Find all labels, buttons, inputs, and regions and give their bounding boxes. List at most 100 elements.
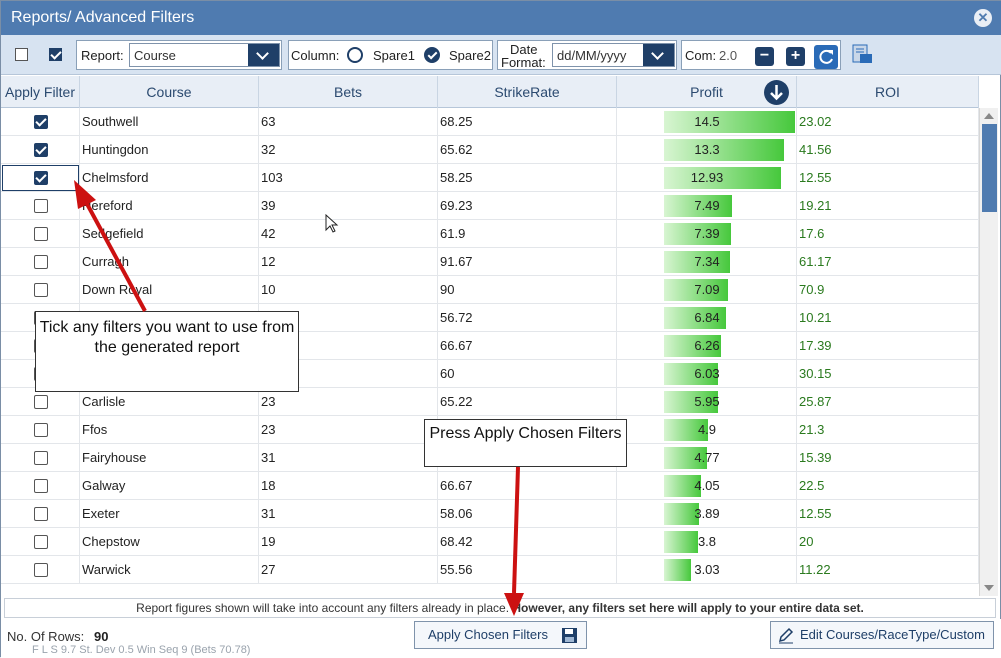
roi-cell: 11.22 — [797, 556, 979, 584]
sort-descending-icon[interactable] — [764, 80, 789, 105]
roi-cell: 70.9 — [797, 276, 979, 304]
strikerate-cell: 68.25 — [438, 108, 617, 136]
profit-value: 6.26 — [694, 338, 720, 353]
apply-filter-checkbox[interactable] — [34, 535, 48, 549]
profit-value: 7.39 — [694, 226, 720, 241]
refresh-icon[interactable] — [814, 45, 838, 69]
course-cell: Galway — [80, 472, 259, 500]
table-row[interactable]: Exeter 31 58.06 3.89 12.55 — [1, 500, 979, 528]
roi-cell: 19.21 — [797, 192, 979, 220]
apply-filter-checkbox[interactable] — [34, 143, 48, 157]
strikerate-cell: 65.62 — [438, 136, 617, 164]
header-roi[interactable]: ROI — [797, 76, 979, 108]
row-count-label: No. Of Rows: — [7, 629, 85, 644]
apply-filter-checkbox[interactable] — [34, 395, 48, 409]
apply-filters-callout: Press Apply Chosen Filters — [424, 419, 627, 467]
grid-header: Apply Filter Course Bets StrikeRate Prof… — [1, 76, 979, 108]
header-strikerate[interactable]: StrikeRate — [438, 76, 617, 108]
course-cell: Curragh — [80, 248, 259, 276]
profit-value: 7.09 — [694, 282, 720, 297]
table-row[interactable]: Chelmsford 103 58.25 12.93 12.55 — [1, 164, 979, 192]
roi-cell: 17.39 — [797, 332, 979, 360]
table-row[interactable]: Hereford 39 69.23 7.49 19.21 — [1, 192, 979, 220]
table-row[interactable]: Down Royal 10 90 7.09 70.9 — [1, 276, 979, 304]
select-none-checkbox[interactable] — [15, 48, 28, 61]
spare2-radio[interactable] — [424, 47, 440, 63]
plus-icon[interactable]: + — [786, 47, 805, 66]
table-row[interactable]: Huntingdon 32 65.62 13.3 41.56 — [1, 136, 979, 164]
roi-cell: 61.17 — [797, 248, 979, 276]
minus-icon[interactable]: − — [755, 47, 774, 66]
apply-filter-checkbox[interactable] — [34, 283, 48, 297]
course-cell: Fairyhouse — [80, 444, 259, 472]
date-format-select[interactable]: dd/MM/yyyy — [552, 43, 675, 67]
profit-value: 5.95 — [694, 394, 720, 409]
apply-filter-checkbox[interactable] — [34, 115, 48, 129]
table-row[interactable]: Carlisle 23 65.22 5.95 25.87 — [1, 388, 979, 416]
course-cell: Sedgefield — [80, 220, 259, 248]
title-bar: Reports/ Advanced Filters ✕ — [1, 1, 1001, 35]
profit-value: 7.34 — [694, 254, 720, 269]
apply-button-label: Apply Chosen Filters — [428, 627, 548, 642]
chevron-down-icon[interactable] — [643, 44, 674, 66]
apply-filter-checkbox[interactable] — [34, 199, 48, 213]
roi-cell: 21.3 — [797, 416, 979, 444]
apply-filter-checkbox[interactable] — [34, 563, 48, 577]
profit-value: 3.8 — [697, 534, 717, 549]
apply-filter-checkbox[interactable] — [34, 227, 48, 241]
focus-outline — [2, 165, 79, 191]
profit-value: 6.03 — [694, 366, 720, 381]
report-select[interactable]: Course — [129, 43, 280, 67]
apply-filter-checkbox[interactable] — [34, 479, 48, 493]
apply-filter-checkbox[interactable] — [34, 255, 48, 269]
course-cell: Ffos — [80, 416, 259, 444]
export-icon[interactable] — [851, 43, 873, 65]
scroll-thumb[interactable] — [982, 124, 997, 212]
header-bets[interactable]: Bets — [259, 76, 438, 108]
spare1-radio[interactable] — [347, 47, 363, 63]
date-format-group: Date Format: dd/MM/yyyy — [497, 40, 677, 70]
table-row[interactable]: Sedgefield 42 61.9 7.39 17.6 — [1, 220, 979, 248]
bets-cell: 42 — [259, 220, 438, 248]
info-note-bold: However, any filters set here will apply… — [512, 601, 864, 615]
roi-cell: 20 — [797, 528, 979, 556]
edit-courses-button[interactable]: Edit Courses/RaceType/Custom — [770, 621, 994, 649]
scroll-up-icon[interactable] — [984, 113, 994, 119]
vertical-scrollbar[interactable] — [979, 108, 998, 596]
roi-cell: 25.87 — [797, 388, 979, 416]
bets-cell: 63 — [259, 108, 438, 136]
header-apply-filter[interactable]: Apply Filter — [1, 76, 80, 108]
strikerate-cell: 65.22 — [438, 388, 617, 416]
table-row[interactable]: Curragh 12 91.67 7.34 61.17 — [1, 248, 979, 276]
apply-filter-cell — [1, 472, 80, 500]
commission-group: Com: 2.0 − + — [681, 40, 841, 70]
tick-filters-callout: Tick any filters you want to use from th… — [35, 311, 299, 392]
close-icon[interactable]: ✕ — [974, 9, 992, 27]
com-label: Com: — [685, 48, 717, 63]
edit-button-label: Edit Courses/RaceType/Custom — [800, 627, 985, 642]
scroll-down-icon[interactable] — [984, 585, 994, 591]
apply-filter-checkbox[interactable] — [34, 423, 48, 437]
bets-cell: 23 — [259, 388, 438, 416]
toolbar: Report: Course Column: Spare1 Spare2 Dat… — [1, 35, 1001, 75]
select-all-checkbox[interactable] — [49, 48, 62, 61]
bets-cell: 39 — [259, 192, 438, 220]
course-cell: Exeter — [80, 500, 259, 528]
bets-cell: 27 — [259, 556, 438, 584]
report-group: Report: Course — [76, 40, 282, 70]
chevron-down-icon[interactable] — [248, 44, 279, 66]
apply-filter-checkbox[interactable] — [34, 451, 48, 465]
com-value[interactable]: 2.0 — [719, 48, 737, 63]
profit-value: 14.5 — [694, 114, 720, 129]
apply-filter-checkbox[interactable] — [34, 507, 48, 521]
apply-filter-cell — [1, 192, 80, 220]
strikerate-cell: 69.23 — [438, 192, 617, 220]
table-row[interactable]: Chepstow 19 68.42 3.8 20 — [1, 528, 979, 556]
course-cell: Chelmsford — [80, 164, 259, 192]
table-row[interactable]: Galway 18 66.67 4.05 22.5 — [1, 472, 979, 500]
header-course[interactable]: Course — [80, 76, 259, 108]
column-label: Column: — [291, 48, 340, 63]
apply-chosen-filters-button[interactable]: Apply Chosen Filters — [414, 621, 587, 649]
table-row[interactable]: Southwell 63 68.25 14.5 23.02 — [1, 108, 979, 136]
table-row[interactable]: Warwick 27 55.56 3.03 11.22 — [1, 556, 979, 584]
